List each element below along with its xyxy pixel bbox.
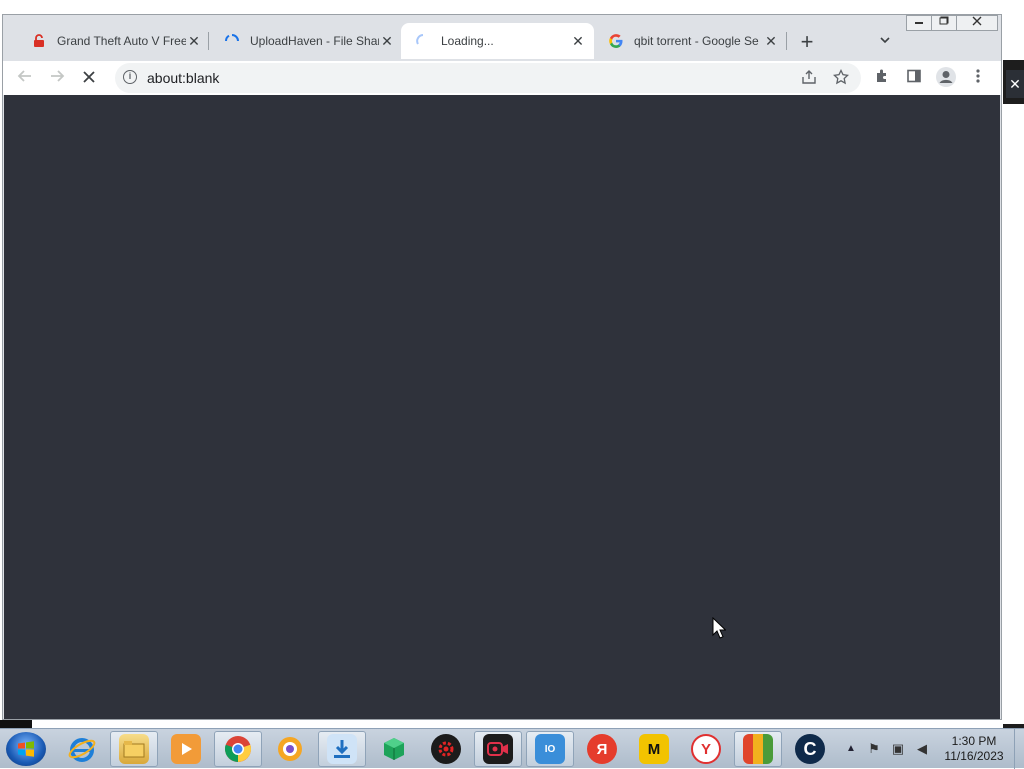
google-icon xyxy=(608,33,624,49)
downloader-icon xyxy=(327,734,357,764)
taskbar-app[interactable]: M xyxy=(630,731,678,767)
media-player-icon xyxy=(171,734,201,764)
taskbar-app[interactable]: Y xyxy=(682,731,730,767)
gear-red-icon xyxy=(431,734,461,764)
arrow-right-icon xyxy=(51,70,65,82)
side-panel-icon[interactable] xyxy=(902,66,926,90)
cube-app-icon xyxy=(379,734,409,764)
tab-title: qbit torrent - Google Se xyxy=(634,34,759,48)
tab-divider xyxy=(208,32,209,50)
browser-toolbar: i about:blank xyxy=(3,61,1001,95)
yellow-m-icon: M xyxy=(639,734,669,764)
tab-close-icon[interactable]: ✕ xyxy=(379,33,395,49)
show-desktop-button[interactable] xyxy=(1014,729,1024,769)
taskbar-app[interactable]: C xyxy=(786,731,834,767)
taskbar-app[interactable] xyxy=(110,731,158,767)
site-info-icon[interactable]: i xyxy=(123,70,137,84)
tab-title: UploadHaven - File Shar xyxy=(250,34,379,48)
tray-expand-icon[interactable]: ▲ xyxy=(846,743,856,754)
back-button[interactable] xyxy=(13,66,37,90)
desktop-close-icon[interactable]: ✕ xyxy=(1006,70,1024,98)
volume-muted-icon[interactable]: ◀ xyxy=(914,741,930,757)
clock-time: 1:30 PM xyxy=(951,734,997,748)
minimize-button[interactable] xyxy=(906,15,932,31)
browser-circle-icon xyxy=(275,734,305,764)
tab-close-icon[interactable]: ✕ xyxy=(763,33,779,49)
system-clock[interactable]: 1:30 PM 11/16/2023 xyxy=(938,734,1010,764)
taskbar: IO Я M Y C ▲ ⚑ ▣ ◀ 1:30 PM 11/16/2023 xyxy=(0,728,1024,769)
tab-google-search[interactable]: qbit torrent - Google Se ✕ xyxy=(594,23,787,59)
avg-icon xyxy=(743,734,773,764)
action-center-flag-icon[interactable]: ⚑ xyxy=(866,741,882,757)
taskbar-app[interactable]: IO xyxy=(526,731,574,767)
arrow-left-icon xyxy=(17,70,31,82)
page-content[interactable] xyxy=(4,95,1000,719)
windows-logo-icon xyxy=(18,741,34,757)
start-button[interactable] xyxy=(6,732,46,766)
taskbar-app[interactable]: Я xyxy=(578,731,626,767)
address-bar[interactable]: i about:blank xyxy=(115,63,861,93)
taskbar-app[interactable] xyxy=(474,731,522,767)
taskbar-app[interactable] xyxy=(214,731,262,767)
loading-spinner-icon xyxy=(415,33,431,49)
close-icon xyxy=(83,71,95,83)
file-explorer-icon xyxy=(119,734,149,764)
ccleaner-icon: C xyxy=(795,734,825,764)
bookmark-star-icon[interactable] xyxy=(831,68,851,89)
screen-recorder-icon xyxy=(483,734,513,764)
mouse-cursor-icon xyxy=(712,617,726,639)
browser-window: Grand Theft Auto V Free ✕ UploadHaven - … xyxy=(2,14,1002,720)
more-menu-icon[interactable] xyxy=(966,66,990,90)
taskbar-app[interactable] xyxy=(422,731,470,767)
tab-title: Grand Theft Auto V Free xyxy=(57,34,186,48)
tab-title: Loading... xyxy=(441,34,494,48)
extensions-puzzle-icon[interactable] xyxy=(870,66,894,90)
tab-loading[interactable]: Loading... ✕ xyxy=(401,23,594,59)
tab-search-chevron-down-icon[interactable] xyxy=(875,33,895,53)
yandex-icon: Я xyxy=(587,734,617,764)
profile-avatar-icon[interactable] xyxy=(934,66,958,90)
taskbar-app[interactable] xyxy=(58,731,106,767)
taskbar-app[interactable] xyxy=(266,731,314,767)
tab-close-icon[interactable]: ✕ xyxy=(186,33,202,49)
tab-uploadhaven[interactable]: UploadHaven - File Shar ✕ xyxy=(210,23,403,59)
iobit-icon: IO xyxy=(535,734,565,764)
taskbar-app[interactable] xyxy=(162,731,210,767)
new-tab-button[interactable]: + xyxy=(795,31,819,55)
desktop-window-edge xyxy=(1003,104,1024,724)
maximize-button[interactable] xyxy=(931,15,957,31)
tab-close-icon[interactable]: ✕ xyxy=(570,33,586,49)
lock-red-icon xyxy=(31,33,47,49)
taskbar-app[interactable] xyxy=(370,731,418,767)
forward-button[interactable] xyxy=(45,66,69,90)
address-url[interactable]: about:blank xyxy=(147,70,219,86)
tab-strip: Grand Theft Auto V Free ✕ UploadHaven - … xyxy=(3,15,1001,61)
tab-gta[interactable]: Grand Theft Auto V Free ✕ xyxy=(17,23,210,59)
internet-explorer-icon xyxy=(67,734,97,764)
taskbar-app[interactable] xyxy=(734,731,782,767)
taskbar-app[interactable] xyxy=(318,731,366,767)
yandex-browser-icon: Y xyxy=(691,734,721,764)
clock-date: 11/16/2023 xyxy=(944,749,1004,763)
loading-spinner-icon xyxy=(224,33,240,49)
share-icon[interactable] xyxy=(799,69,819,89)
desktop-corner xyxy=(0,720,32,728)
window-close-button[interactable] xyxy=(956,15,998,31)
network-icon[interactable]: ▣ xyxy=(890,741,906,757)
stop-loading-button[interactable] xyxy=(77,66,101,90)
chrome-icon xyxy=(223,734,253,764)
tab-divider xyxy=(786,32,787,50)
